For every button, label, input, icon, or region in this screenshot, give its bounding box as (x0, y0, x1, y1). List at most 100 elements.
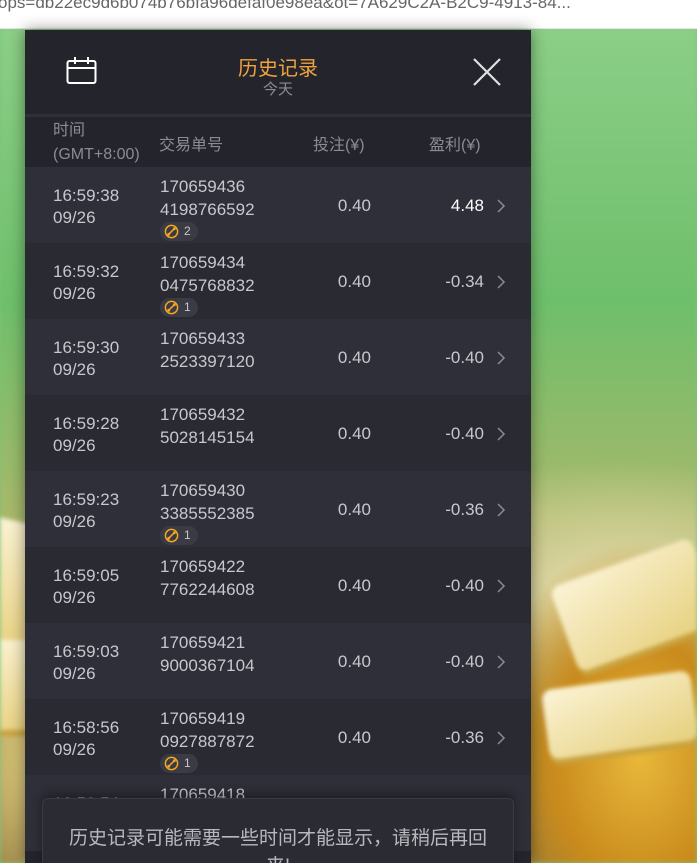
row-bet: 0.40 (337, 728, 371, 747)
row-date-value: 09/26 (53, 284, 96, 303)
row-date-value: 09/26 (53, 588, 96, 607)
free-spin-badge: 1 (160, 526, 198, 545)
close-icon[interactable] (471, 56, 503, 88)
row-time: 16:59:30 09/26 (53, 337, 119, 381)
row-order-number: 170659433 2523397120 (160, 327, 255, 373)
notice-text: 历史记录可能需要一些时间才能显示，请稍后再回来! (68, 828, 487, 863)
history-panel: 历史记录 今天 时间 (GMT+8:00) 交易单号 投注(¥) 盈利(¥) 1… (25, 30, 531, 863)
row-date-value: 09/26 (53, 512, 96, 531)
row-time: 16:59:28 09/26 (53, 413, 119, 457)
row-order-line2: 0927887872 (160, 732, 255, 751)
row-order-line2: 4198766592 (160, 200, 255, 219)
row-order-line1: 170659432 (160, 405, 246, 424)
chevron-right-icon[interactable] (495, 349, 507, 367)
chevron-right-icon[interactable] (495, 653, 507, 671)
row-time-value: 16:59:30 (53, 338, 120, 357)
free-spin-badge: 2 (160, 222, 198, 241)
row-time-value: 16:59:32 (53, 262, 120, 281)
row-profit: 4.48 (450, 196, 484, 215)
row-time-value: 16:59:03 (53, 642, 120, 661)
row-profit: -0.40 (445, 576, 484, 595)
free-spin-icon (164, 528, 179, 543)
free-spin-icon (164, 300, 179, 315)
row-order-line2: 0475768832 (160, 276, 255, 295)
row-date-value: 09/26 (53, 436, 96, 455)
row-bet: 0.40 (337, 424, 371, 443)
chevron-right-icon[interactable] (495, 273, 507, 291)
row-order-line1: 170659433 (160, 329, 246, 348)
table-row[interactable]: 16:59:03 09/26 170659421 9000367104 0.40 -0.4… (25, 623, 531, 699)
table-row[interactable]: 16:59:30 09/26 170659433 2523397120 0.40 -0.4… (25, 319, 531, 395)
chevron-right-icon[interactable] (495, 577, 507, 595)
free-spin-icon (164, 756, 179, 771)
row-order-line2: 9000367104 (160, 656, 255, 675)
row-order-line1: 170659434 (160, 253, 246, 272)
row-order-number: 170659422 7762244608 (160, 555, 255, 601)
chevron-right-icon[interactable] (495, 729, 507, 747)
row-order-line1: 170659436 (160, 177, 246, 196)
column-order: 交易单号 (159, 137, 224, 154)
row-profit: -0.36 (445, 728, 484, 747)
row-bet: 0.40 (337, 272, 371, 291)
row-order-line2: 5028145154 (160, 428, 255, 447)
column-timezone-label: (GMT+8:00) (53, 146, 140, 163)
row-profit: -0.40 (445, 652, 484, 671)
row-order-line2: 7762244608 (160, 580, 255, 599)
row-profit: -0.40 (445, 424, 484, 443)
date-filter-label: 今天 (262, 81, 293, 98)
table-row[interactable]: 16:59:38 09/26 170659436 4198766592 0.40 4.48… (25, 167, 531, 243)
free-spin-count: 1 (184, 300, 191, 314)
table-row[interactable]: 16:59:23 09/26 170659430 3385552385 0.40 -0.3… (25, 471, 531, 547)
browser-url-bar[interactable]: ops=db22ec9d6b074b76bfa96defaf0e98ea&ot=… (0, 0, 697, 29)
table-row[interactable]: 16:58:56 09/26 170659419 0927887872 0.40 -0.3… (25, 699, 531, 775)
row-order-number: 170659419 0927887872 (160, 707, 255, 753)
row-date-value: 09/26 (53, 740, 96, 759)
free-spin-count: 2 (184, 224, 191, 238)
row-order-number: 170659436 4198766592 (160, 175, 255, 221)
row-time-value: 16:59:38 (53, 186, 120, 205)
column-bet: 投注(¥) (313, 137, 365, 154)
row-profit: -0.34 (445, 272, 484, 291)
chevron-right-icon[interactable] (495, 197, 507, 215)
row-order-line1: 170659419 (160, 709, 246, 728)
column-profit: 盈利(¥) (429, 137, 481, 154)
row-order-number: 170659432 5028145154 (160, 403, 255, 449)
row-profit: -0.40 (445, 348, 484, 367)
history-list: 16:59:38 09/26 170659436 4198766592 0.40 4.48… (25, 167, 531, 851)
row-time: 16:59:23 09/26 (53, 489, 119, 533)
chevron-right-icon[interactable] (495, 501, 507, 519)
row-time-value: 16:58:56 (53, 718, 120, 737)
row-order-number: 170659434 0475768832 (160, 251, 255, 297)
row-order-line1: 170659430 (160, 481, 246, 500)
table-header: 时间 (GMT+8:00) 交易单号 投注(¥) 盈利(¥) (25, 117, 531, 167)
row-date-value: 09/26 (53, 664, 96, 683)
table-row[interactable]: 16:59:28 09/26 170659432 5028145154 0.40 -0.4… (25, 395, 531, 471)
loading-notice: 历史记录可能需要一些时间才能显示，请稍后再回来! (42, 798, 514, 863)
row-time: 16:59:03 09/26 (53, 641, 119, 685)
row-time-value: 16:59:05 (53, 566, 120, 585)
row-bet: 0.40 (337, 500, 371, 519)
row-time-value: 16:59:28 (53, 414, 120, 433)
url-text: ops=db22ec9d6b074b76bfa96defaf0e98ea&ot=… (0, 0, 571, 12)
row-time: 16:59:38 09/26 (53, 185, 119, 229)
row-date-value: 09/26 (53, 208, 96, 227)
free-spin-icon (164, 224, 179, 239)
row-order-line2: 2523397120 (160, 352, 255, 371)
free-spin-badge: 1 (160, 754, 198, 773)
chevron-right-icon[interactable] (495, 425, 507, 443)
column-time-label: 时间 (53, 122, 86, 139)
table-row[interactable]: 16:59:05 09/26 170659422 7762244608 0.40 -0.4… (25, 547, 531, 623)
row-date-value: 09/26 (53, 360, 96, 379)
row-time: 16:58:56 09/26 (53, 717, 119, 761)
free-spin-badge: 1 (160, 298, 198, 317)
panel-header: 历史记录 今天 (25, 30, 531, 117)
row-order-number: 170659421 9000367104 (160, 631, 255, 677)
row-bet: 0.40 (337, 348, 371, 367)
row-bet: 0.40 (337, 576, 371, 595)
table-row[interactable]: 16:59:32 09/26 170659434 0475768832 0.40 -0.3… (25, 243, 531, 319)
row-time: 16:59:05 09/26 (53, 565, 119, 609)
row-order-line2: 3385552385 (160, 504, 255, 523)
row-order-number: 170659430 3385552385 (160, 479, 255, 525)
row-time-value: 16:59:23 (53, 490, 120, 509)
row-bet: 0.40 (337, 196, 371, 215)
